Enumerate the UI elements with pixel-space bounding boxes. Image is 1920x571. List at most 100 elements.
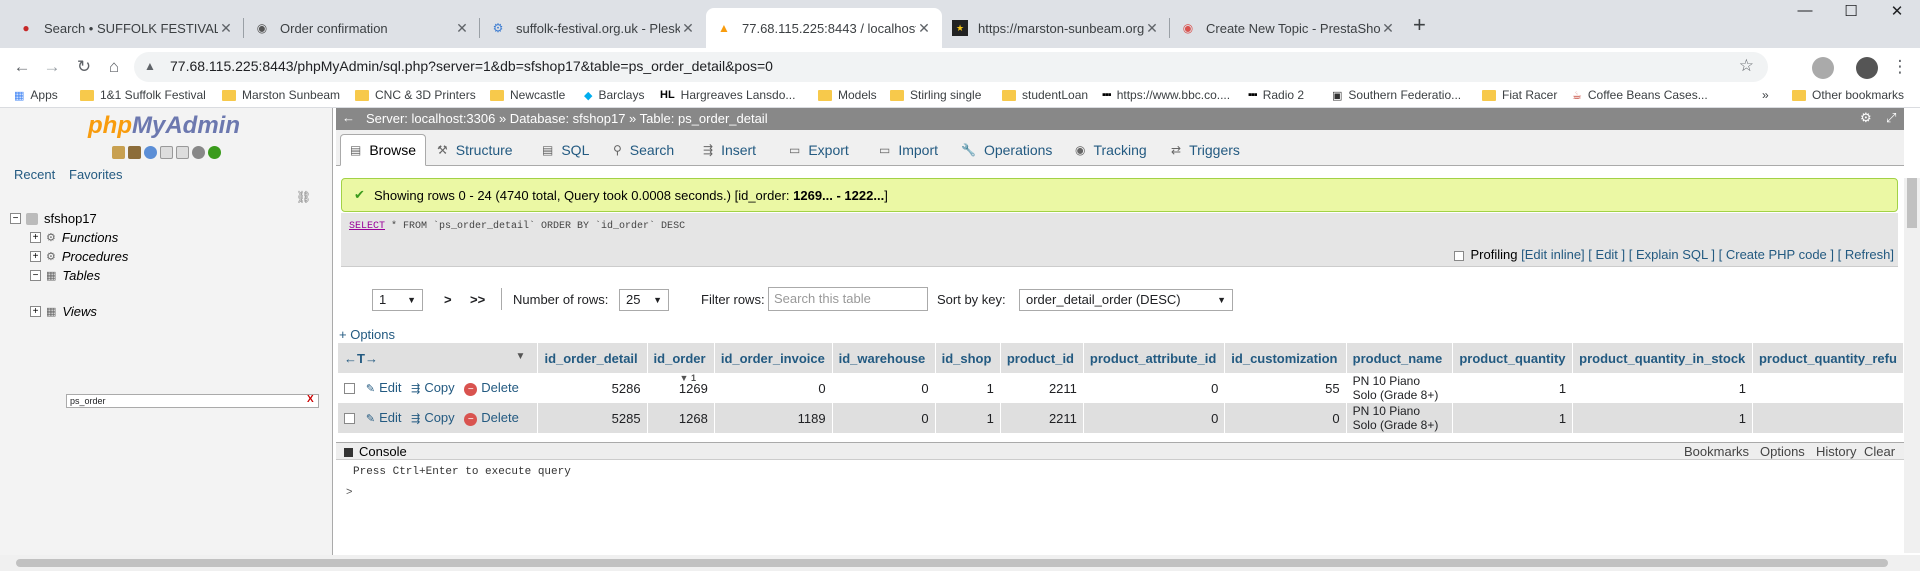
url-bar[interactable]: ▲ 77.68.115.225:8443/phpMyAdmin/sql.php?… [134, 52, 1768, 82]
collapse-nav-icon[interactable]: ← [342, 110, 355, 125]
settings-gear-icon[interactable]: ⚙ [1860, 110, 1872, 126]
bookmark-item[interactable]: Fiat Racer [1482, 88, 1557, 102]
cell[interactable]: 1 [1452, 403, 1574, 433]
new-tab-icon[interactable]: + [1413, 12, 1426, 38]
bookmark-item[interactable]: ▪▪▪ Radio 2 [1248, 88, 1304, 102]
edit-link[interactable]: [ Edit ] [1588, 247, 1625, 262]
cell[interactable]: 0 [832, 373, 936, 403]
browser-tab-2[interactable]: ⚙ suffolk-festival.org.uk - Plesk Ob ✕ [480, 8, 706, 48]
row-checkbox[interactable] [344, 383, 355, 395]
explain-sql-link[interactable]: [ Explain SQL ] [1629, 247, 1715, 262]
cell[interactable]: 1268 [647, 403, 715, 433]
bookmark-item[interactable]: Models [818, 88, 877, 102]
console-title[interactable]: Console [344, 444, 407, 459]
back-arrow-icon[interactable]: ← [10, 56, 34, 80]
console-bookmarks-link[interactable]: Bookmarks [1684, 444, 1749, 459]
cell[interactable]: 0 [714, 373, 833, 403]
clear-filter-icon[interactable]: X [307, 394, 314, 405]
browser-tab-1[interactable]: ◉ Order confirmation ✕ [244, 8, 480, 48]
console-clear-link[interactable]: Clear [1864, 444, 1895, 459]
docs2-icon[interactable] [176, 146, 189, 159]
collapse-icon[interactable]: − [10, 213, 21, 224]
row-checkbox[interactable] [344, 413, 355, 425]
cell[interactable]: PN 10 Piano Solo (Grade 8+) [1346, 403, 1454, 433]
horizontal-scrollbar[interactable] [0, 555, 1920, 571]
close-icon[interactable]: ✕ [1380, 20, 1396, 37]
browser-tab-4[interactable]: ★ https://marston-sunbeam.org/su ✕ [942, 8, 1170, 48]
gear-icon[interactable] [192, 146, 205, 159]
tab-import[interactable]: ▭ Import [870, 134, 947, 166]
options-link[interactable]: + Options [339, 327, 395, 342]
cell[interactable]: 0 [832, 403, 936, 433]
breadcrumb[interactable]: Server: localhost:3306 » Database: sfsho… [366, 111, 768, 126]
column-header[interactable]: product_quantity_refu [1752, 343, 1904, 373]
expand-icon[interactable]: + [30, 306, 41, 317]
cell[interactable]: 55 [1224, 373, 1347, 403]
tree-db-sfshop17[interactable]: − sfshop17 [10, 211, 97, 226]
console-options-link[interactable]: Options [1760, 444, 1805, 459]
phpmyadmin-logo[interactable]: phpMyAdmin [88, 112, 240, 140]
bookmark-item[interactable]: CNC & 3D Printers [355, 88, 476, 102]
bookmark-item[interactable]: Stirling single [890, 88, 981, 102]
delete-row-button[interactable]: − Delete [464, 380, 519, 396]
scroll-thumb[interactable] [1907, 178, 1917, 228]
column-header[interactable]: product_id [1000, 343, 1084, 373]
sort-key-select[interactable]: order_detail_order (DESC) ▼ [1019, 289, 1233, 311]
bookmark-item[interactable]: Newcastle [490, 88, 565, 102]
maximize-panel-icon[interactable]: ⤢ [1886, 110, 1896, 126]
column-header[interactable]: product_quantity [1452, 343, 1574, 373]
forward-arrow-icon[interactable]: → [40, 56, 64, 80]
tab-triggers[interactable]: ⇄ Triggers [1162, 134, 1249, 166]
scroll-thumb[interactable] [16, 559, 1888, 567]
cell[interactable]: 1 [1572, 373, 1753, 403]
close-icon[interactable]: ✕ [1144, 20, 1160, 37]
sort-dropdown-icon[interactable]: ▼ [516, 351, 526, 362]
favorites-tab[interactable]: Favorites [69, 167, 122, 182]
link-chain-icon[interactable]: ⛓ [296, 190, 311, 204]
console-bar[interactable]: Console Bookmarks Options History Clear [336, 443, 1904, 460]
close-icon[interactable]: ✕ [454, 20, 470, 37]
column-header-sorted[interactable]: id_order ▼ 1 [647, 343, 715, 383]
docs-icon[interactable] [160, 146, 173, 159]
column-header[interactable]: id_shop [935, 343, 1001, 373]
logout-icon[interactable] [128, 146, 141, 159]
bookmark-star-icon[interactable]: ☆ [1739, 56, 1754, 76]
tree-tables[interactable]: − ▦ Tables [30, 268, 100, 283]
menu-kebab-icon[interactable]: ⋮ [1888, 56, 1912, 80]
rows-select[interactable]: 25 ▼ [619, 289, 669, 311]
cell[interactable]: 2211 [1000, 403, 1084, 433]
cell[interactable]: 1 [1572, 403, 1753, 433]
column-header[interactable]: id_order_invoice [714, 343, 833, 373]
bookmark-item[interactable]: ▣ Southern Federatio... [1332, 88, 1461, 102]
tab-export[interactable]: ▭ Export [780, 134, 858, 166]
tree-procedures[interactable]: + ⚙ Procedures [30, 249, 128, 264]
create-php-link[interactable]: [ Create PHP code ] [1719, 247, 1834, 262]
tab-search[interactable]: ⚲ Search [604, 134, 683, 166]
cell[interactable]: 0 [1083, 373, 1226, 403]
cell[interactable]: 0 [1083, 403, 1226, 433]
bookmark-item[interactable]: ▪▪▪ https://www.bbc.co.... [1102, 88, 1230, 102]
browser-tab-0[interactable]: ● Search • SUFFOLK FESTIVAL OF P ✕ [8, 8, 244, 48]
recent-tab[interactable]: Recent [14, 167, 55, 182]
last-page-button[interactable]: >> [470, 292, 485, 307]
bookmark-item[interactable]: studentLoan [1002, 88, 1088, 102]
bookmark-apps[interactable]: ▦ Apps [14, 88, 58, 102]
cell[interactable]: 1189 [714, 403, 833, 433]
column-header[interactable]: product_name [1346, 343, 1454, 373]
expand-icon[interactable]: + [30, 232, 41, 243]
bookmark-item[interactable]: ◆ Barclays [584, 88, 644, 102]
column-header[interactable]: id_customization [1224, 343, 1347, 373]
reload-icon[interactable] [208, 146, 221, 159]
column-resizer-header[interactable]: ←T→ ▼ [338, 343, 539, 373]
resize-arrows-icon[interactable]: ←T→ [344, 351, 378, 366]
bookmark-item[interactable]: HL Hargreaves Lansdo... [660, 88, 795, 102]
home-icon[interactable] [112, 146, 125, 159]
edit-row-button[interactable]: ✎ Edit [366, 410, 402, 425]
minimize-icon[interactable]: — [1782, 2, 1828, 19]
expand-icon[interactable]: + [30, 251, 41, 262]
cell[interactable] [1752, 373, 1904, 403]
profiling-checkbox[interactable] [1454, 250, 1465, 261]
cell[interactable]: 1 [1452, 373, 1574, 403]
bookmark-other[interactable]: Other bookmarks [1792, 88, 1904, 102]
tab-sql[interactable]: ▤ SQL [533, 134, 598, 166]
